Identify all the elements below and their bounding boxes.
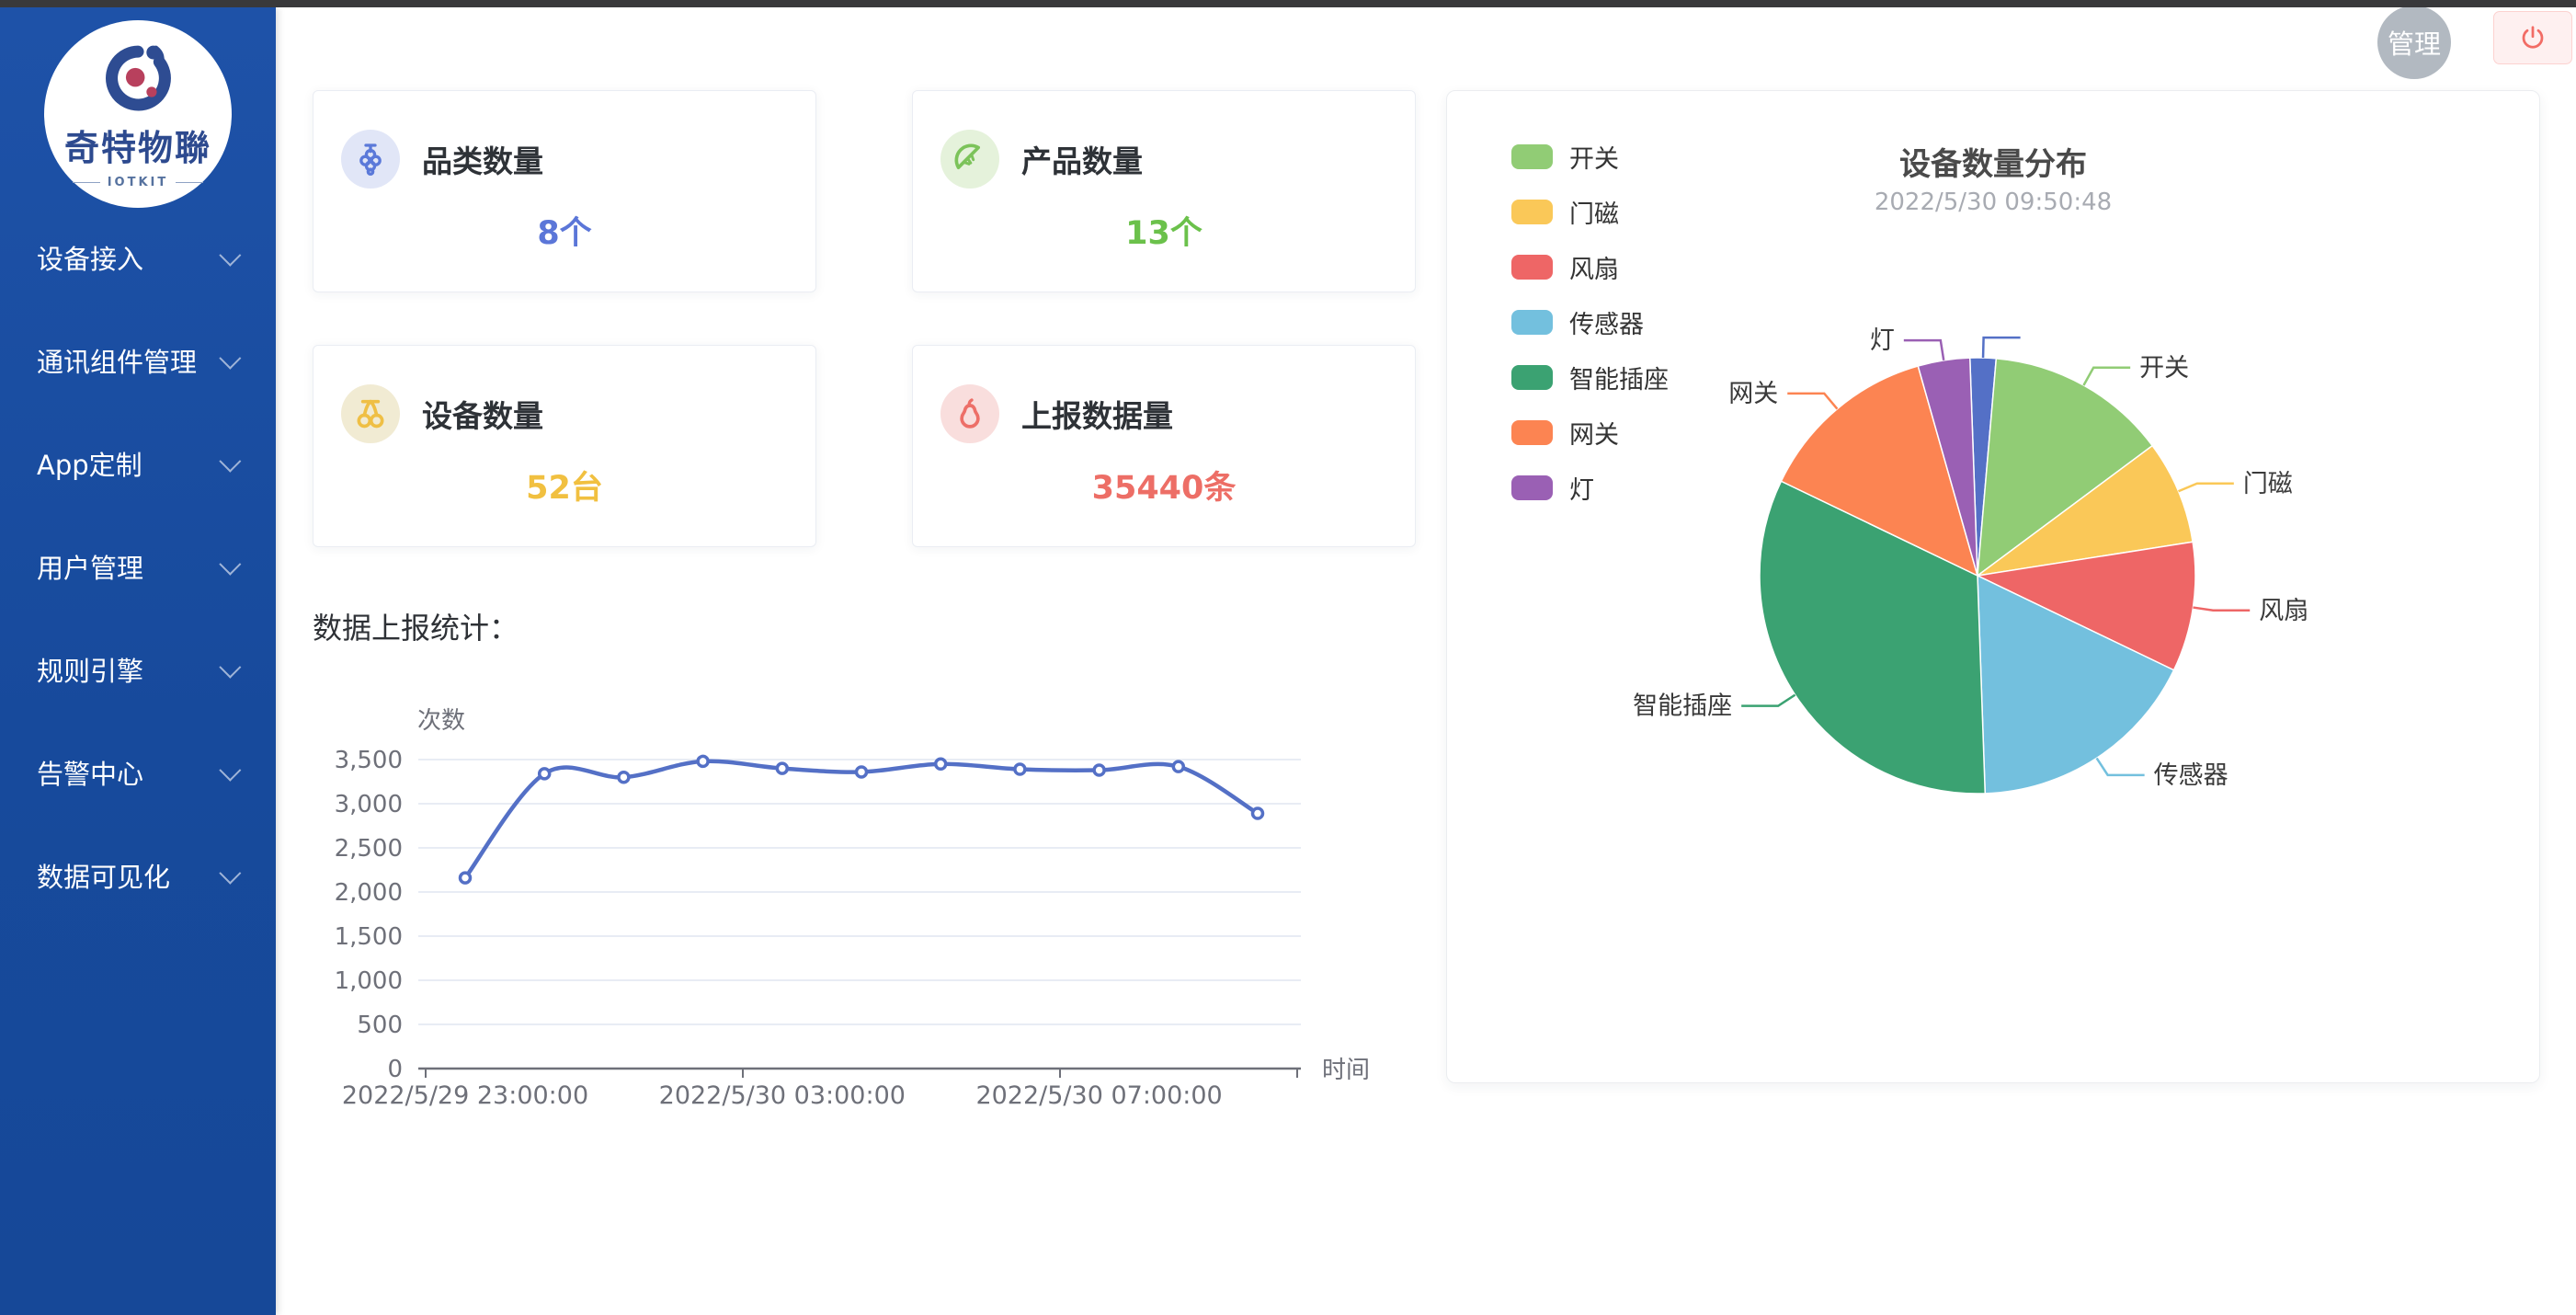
sidebar: 奇特物聯 IOTKIT 设备接入通讯组件管理 App定制用户管理规则引擎告警中心数… bbox=[0, 7, 276, 1315]
sidebar-item-数据可见化[interactable]: 数据可见化 bbox=[0, 852, 276, 899]
svg-text:传感器: 传感器 bbox=[2154, 761, 2228, 790]
svg-text:1,000: 1,000 bbox=[335, 967, 403, 995]
svg-text:风扇: 风扇 bbox=[2259, 597, 2308, 625]
pear-icon bbox=[940, 384, 999, 443]
svg-text:500: 500 bbox=[357, 1012, 403, 1039]
stat-card-上报数据量: 上报数据量 35440条 bbox=[912, 345, 1416, 547]
stat-card-产品数量: 产品数量 13个 bbox=[912, 90, 1416, 292]
sidebar-item-告警中心[interactable]: 告警中心 bbox=[0, 749, 276, 796]
chevron-down-icon bbox=[219, 450, 241, 472]
stat-value: 8个 bbox=[313, 207, 815, 254]
svg-text:开关: 开关 bbox=[2139, 354, 2189, 383]
svg-text:2,500: 2,500 bbox=[335, 835, 403, 863]
device-distribution-pie-chart: 开关门磁风扇传感器 智能插座 网关 灯 bbox=[1447, 91, 2539, 1082]
lemon-icon bbox=[940, 130, 999, 189]
chevron-down-icon bbox=[219, 553, 241, 575]
brand-logo: 奇特物聯 IOTKIT bbox=[44, 20, 232, 208]
chevron-down-icon bbox=[219, 656, 241, 678]
sidebar-item-label: 规则引擎 bbox=[37, 650, 143, 689]
stat-value: 35440条 bbox=[913, 462, 1415, 509]
sidebar-item-规则引擎[interactable]: 规则引擎 bbox=[0, 646, 276, 693]
brand-title: 奇特物聯 bbox=[64, 120, 211, 170]
chevron-down-icon bbox=[219, 862, 241, 884]
svg-text:0: 0 bbox=[387, 1056, 403, 1083]
stat-card-设备数量: 设备数量 52台 bbox=[313, 345, 816, 547]
svg-text:次数: 次数 bbox=[417, 707, 465, 735]
window-top-strip bbox=[0, 0, 2576, 7]
svg-text:网关: 网关 bbox=[1728, 380, 1778, 408]
stat-label: 设备数量 bbox=[422, 392, 543, 436]
stat-label: 产品数量 bbox=[1021, 137, 1143, 181]
sidebar-item-通讯组件管理[interactable]: 通讯组件管理 bbox=[0, 337, 276, 384]
sidebar-item-设备接入[interactable]: 设备接入 bbox=[0, 234, 276, 281]
chevron-down-icon bbox=[219, 244, 241, 266]
cherry-icon bbox=[341, 384, 400, 443]
sidebar-item-label: 通讯组件管理 bbox=[37, 341, 197, 380]
stat-label: 上报数据量 bbox=[1021, 392, 1173, 436]
brand-logo-icon bbox=[99, 40, 177, 118]
svg-text:智能插座: 智能插座 bbox=[1633, 692, 1732, 721]
sidebar-item-label: App定制 bbox=[37, 444, 142, 483]
svg-text:1,500: 1,500 bbox=[335, 923, 403, 951]
svg-text:灯: 灯 bbox=[1870, 326, 1895, 355]
line-chart-title: 数据上报统计： bbox=[313, 605, 519, 647]
chevron-down-icon bbox=[219, 759, 241, 781]
grapes-icon bbox=[341, 130, 400, 189]
sidebar-item-用户管理[interactable]: 用户管理 bbox=[0, 543, 276, 590]
sidebar-item-label: 用户管理 bbox=[37, 547, 143, 586]
dashboard-page: 奇特物聯 IOTKIT 设备接入通讯组件管理App定制用户管理规则引擎告警中心数… bbox=[0, 0, 2576, 1315]
logout-button[interactable] bbox=[2493, 11, 2572, 64]
svg-text:2022/5/30 03:00:00: 2022/5/30 03:00:00 bbox=[659, 1081, 906, 1110]
sidebar-menu: 设备接入通讯组件管理 App定制用户管理规则引擎告警中心数据可见化 bbox=[0, 234, 276, 955]
power-icon bbox=[2519, 24, 2547, 51]
svg-text:2,000: 2,000 bbox=[335, 879, 403, 907]
sidebar-item-App定制[interactable]: App定制 bbox=[0, 440, 276, 487]
sidebar-item-label: 告警中心 bbox=[37, 753, 143, 792]
stat-card-品类数量: 品类数量 8个 bbox=[313, 90, 816, 292]
brand-subtitle: IOTKIT bbox=[73, 176, 204, 189]
svg-text:门磁: 门磁 bbox=[2243, 470, 2293, 498]
svg-text:3,500: 3,500 bbox=[335, 747, 403, 774]
user-avatar[interactable]: 管理 bbox=[2377, 6, 2451, 79]
stat-value: 13个 bbox=[913, 207, 1415, 254]
svg-text:2022/5/29 23:00:00: 2022/5/29 23:00:00 bbox=[342, 1081, 588, 1110]
stat-value: 52台 bbox=[313, 462, 815, 509]
chevron-down-icon bbox=[219, 347, 241, 369]
device-distribution-panel: 设备数量分布 2022/5/30 09:50:48 开关门磁风扇传感器智能插座网… bbox=[1446, 90, 2540, 1083]
svg-text:时间: 时间 bbox=[1322, 1057, 1370, 1084]
sidebar-item-label: 数据可见化 bbox=[37, 856, 170, 895]
svg-text:3,000: 3,000 bbox=[335, 791, 403, 818]
stat-label: 品类数量 bbox=[422, 137, 543, 181]
sidebar-item-label: 设备接入 bbox=[37, 238, 143, 277]
svg-text:2022/5/30 07:00:00: 2022/5/30 07:00:00 bbox=[975, 1081, 1222, 1110]
